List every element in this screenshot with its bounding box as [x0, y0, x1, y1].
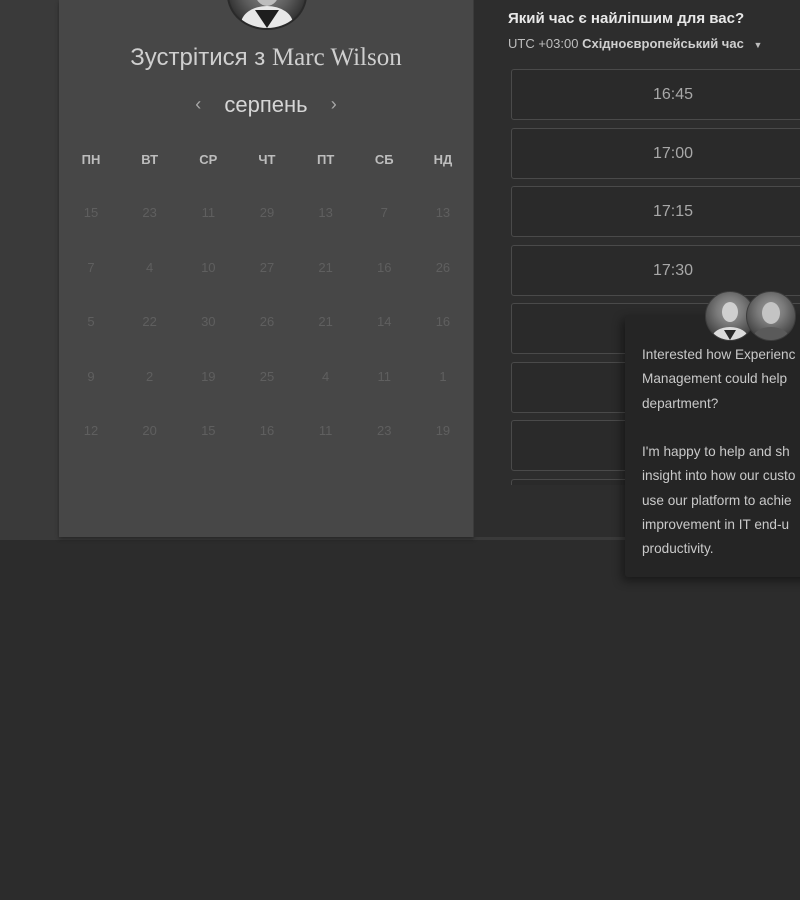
next-month-button[interactable]: ›: [320, 94, 348, 115]
calendar-day: 25: [259, 368, 275, 384]
calendar-day: 19: [201, 368, 216, 384]
calendar-day: 14: [377, 314, 392, 329]
calendar-day: 7: [380, 205, 388, 220]
calendar-day: 16: [435, 314, 451, 329]
chat-line: I'm happy to help and sh: [642, 444, 790, 460]
calendar-day: 12: [83, 423, 99, 438]
caret-down-icon: ▼: [753, 40, 763, 50]
time-slot-button[interactable]: 17:00: [511, 127, 800, 179]
chat-line: productivity.: [642, 541, 714, 557]
calendar-day: 4: [322, 368, 330, 384]
weekday-label: ЧТ: [258, 152, 276, 167]
calendar-day: 13: [318, 205, 333, 220]
calendar-day: 22: [142, 314, 157, 329]
time-slot-button[interactable]: 17:15: [511, 186, 800, 237]
calendar-day: 4: [146, 259, 154, 275]
calendar-day: 1: [439, 368, 447, 384]
weekday-label: НД: [433, 152, 453, 167]
calendar-day: 27: [259, 259, 275, 275]
calendar-day: 19: [435, 423, 451, 438]
calendar-day: 16: [377, 259, 392, 275]
calendar-day: 26: [435, 259, 451, 275]
calendar-day: 23: [142, 205, 157, 220]
chat-line: improvement in IT end-u: [642, 517, 790, 533]
calendar-title: Зустрітися з Marc Wilson: [59, 44, 473, 72]
chat-line: department?: [642, 395, 719, 411]
calendar-week-row: 5 22 30 26 21 14 16: [62, 314, 472, 369]
weekday-label: СР: [199, 152, 218, 167]
calendar-day: 26: [259, 314, 275, 329]
calendar-grid: 15 23 11 29 13 7 13 7 4 10 27 21 16 26 5…: [62, 205, 472, 478]
chat-message: Interested how Experienc Management coul…: [642, 343, 800, 562]
calendar-day: 7: [87, 259, 95, 275]
prev-month-button[interactable]: ‹: [184, 94, 212, 115]
weekday-label: ПТ: [316, 152, 335, 167]
chat-line: Interested how Experienc: [642, 347, 796, 362]
time-slot-button[interactable]: 17:30: [511, 244, 800, 296]
calendar-day: 15: [83, 205, 99, 220]
weekday-label: СБ: [374, 152, 394, 167]
calendar-day: 11: [318, 423, 333, 438]
host-name: Marc Wilson: [271, 44, 402, 71]
calendar-week-row: 12 20 15 16 11 23 19: [62, 423, 472, 478]
calendar-week-row: 15 23 11 29 13 7 13: [62, 205, 472, 260]
calendar-day: 15: [201, 423, 216, 438]
calendar-day: 21: [318, 314, 333, 329]
time-slot-button[interactable]: 16:45: [511, 69, 800, 120]
month-label: серпень: [224, 92, 308, 117]
calendar-day: 20: [142, 423, 157, 438]
weekday-label: ПН: [81, 152, 101, 167]
calendar-week-row: 9 2 19 25 4 11 1: [62, 369, 472, 424]
time-question-heading: Який час є найліпшим для вас?: [508, 10, 745, 27]
host-avatar: [227, 0, 307, 30]
timezone-dropdown[interactable]: UTC +03:00 Східноєвропейський час ▼: [508, 36, 762, 51]
calendar-day: 11: [377, 368, 392, 384]
weekday-label: ВТ: [141, 152, 159, 167]
calendar-day: 11: [201, 205, 216, 220]
month-navigator: ‹ серпень ›: [59, 92, 473, 118]
calendar-day: 29: [259, 205, 275, 220]
title-prefix: Зустрітися з: [130, 44, 266, 71]
calendar-day: 9: [87, 368, 95, 384]
calendar-day: 21: [318, 259, 333, 275]
chat-agent-avatar-2: [746, 291, 796, 341]
calendar-week-row: 7 4 10 27 21 16 26: [62, 260, 472, 315]
chat-line: Management could help: [642, 371, 788, 387]
chat-line: use our platform to achie: [642, 492, 792, 508]
chat-line: insight into how our custo: [642, 468, 796, 484]
calendar-day: 5: [87, 314, 95, 329]
calendar-day: 2: [146, 368, 154, 384]
scheduler-page: Зустрітися з Marc Wilson ‹ серпень › ПН …: [0, 0, 800, 900]
calendar-day: 30: [201, 314, 216, 329]
timezone-offset: UTC +03:00: [508, 36, 579, 51]
calendar-day: 16: [259, 423, 275, 438]
calendar-day: 13: [435, 205, 451, 220]
calendar-day: 23: [377, 423, 392, 438]
calendar-day: 10: [201, 259, 216, 275]
weekday-header: ПН ВТ СР ЧТ ПТ СБ НД: [62, 152, 472, 167]
timezone-name: Східноєвропейський час: [582, 36, 744, 51]
